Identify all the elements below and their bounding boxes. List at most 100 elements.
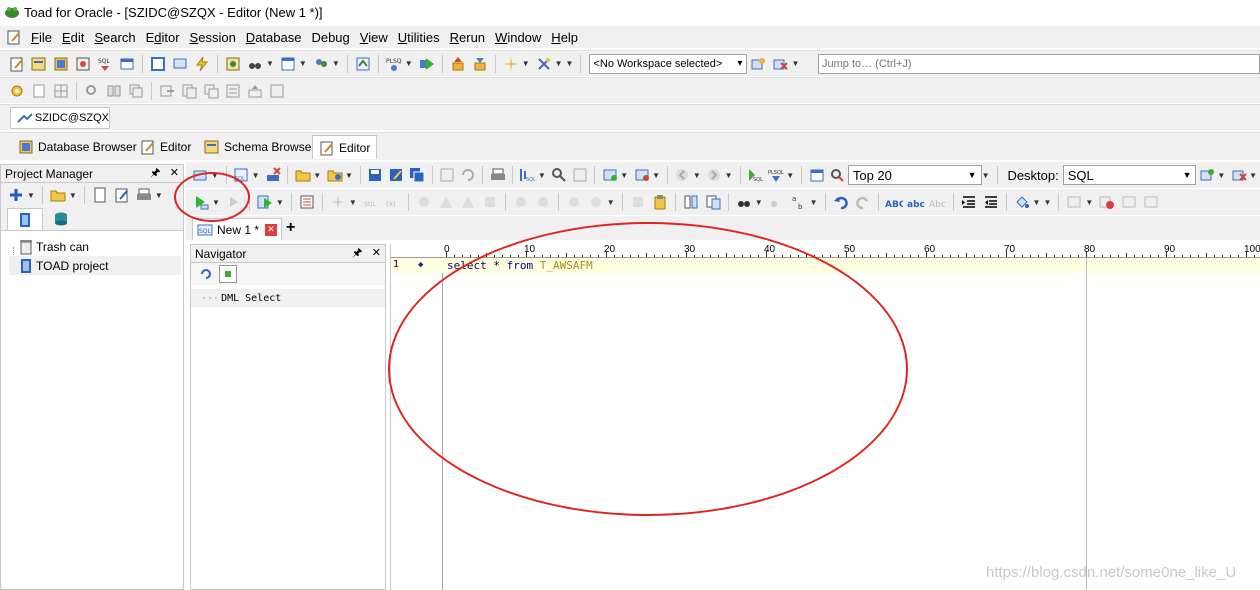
menu-utilities[interactable]: Utilities (393, 30, 445, 45)
query-builder-icon[interactable] (354, 55, 372, 73)
dropdown-arrow-icon[interactable]: ▼ (652, 171, 660, 180)
print-icon[interactable] (135, 186, 153, 204)
sparkle-icon[interactable] (502, 55, 520, 73)
dropdown-arrow-icon[interactable]: ▼ (405, 59, 413, 68)
dropdown-arrow-icon[interactable]: ▼ (725, 171, 733, 180)
breakpoint-icon[interactable] (1098, 193, 1116, 211)
dropdown-arrow-icon[interactable]: ▼ (345, 171, 353, 180)
stack-gray-icon[interactable] (202, 82, 220, 100)
dropdown-arrow-icon[interactable]: ▼ (522, 59, 530, 68)
tab-schema-browser[interactable]: Schema Browser (198, 135, 321, 159)
gear-icon[interactable] (8, 82, 26, 100)
gray-tool-11-icon[interactable] (1065, 193, 1083, 211)
replace-icon[interactable]: ab (790, 193, 808, 211)
dropdown-arrow-icon[interactable]: ▼ (349, 198, 357, 207)
menu-view[interactable]: View (355, 30, 393, 45)
dropdown-arrow-icon[interactable]: ▼ (693, 171, 701, 180)
gray-tool-2-icon[interactable] (415, 193, 433, 211)
users-icon[interactable] (312, 55, 330, 73)
menu-search[interactable]: Search (89, 30, 140, 45)
dropdown-arrow-icon[interactable]: ▼ (299, 59, 307, 68)
workspace-config-icon[interactable] (749, 55, 767, 73)
dropdown-arrow-icon[interactable]: ▼ (1217, 171, 1225, 180)
dropdown-arrow-icon[interactable]: ▼ (791, 59, 799, 68)
save-icon[interactable] (367, 166, 384, 184)
workspace-select[interactable]: <No Workspace selected> ▾ (589, 53, 748, 74)
gray-tool-3-icon[interactable] (437, 193, 455, 211)
capitalize-gray-icon[interactable]: Abc (929, 193, 947, 211)
cross-sparkle-icon[interactable] (535, 55, 553, 73)
tune-icon[interactable] (551, 166, 568, 184)
menu-window[interactable]: Window (490, 30, 546, 45)
navigator-item[interactable]: ··· DML Select (191, 289, 385, 307)
dropdown-arrow-icon[interactable]: ▼ (252, 171, 260, 180)
add-tab-icon[interactable]: + (286, 219, 295, 237)
lightning-icon[interactable] (193, 55, 211, 73)
paste-icon[interactable] (651, 193, 669, 211)
dropdown-arrow-icon[interactable]: ▼ (1249, 171, 1257, 180)
table-icon[interactable] (118, 55, 136, 73)
gray-tool-9-icon[interactable] (587, 193, 605, 211)
gray-tool-8-icon[interactable] (565, 193, 583, 211)
copy-gray-icon[interactable] (127, 82, 145, 100)
dropdown-arrow-icon[interactable]: ▼ (155, 191, 163, 200)
sql-icon[interactable]: SQL (96, 55, 114, 73)
sql-format-icon[interactable]: SQL (519, 166, 536, 184)
close-icon[interactable]: ✕ (372, 247, 381, 259)
tab-editor-active[interactable]: Editor (312, 135, 378, 159)
edit-file-icon[interactable] (113, 186, 131, 204)
sql-run-icon[interactable]: SQL (746, 166, 763, 184)
desktop-select[interactable]: SQL ▼ (1062, 165, 1197, 185)
docs-gray-icon[interactable] (180, 82, 198, 100)
plsql-run-icon[interactable]: PLSQL (767, 166, 784, 184)
open-file-icon[interactable] (294, 166, 311, 184)
gray-x-icon[interactable]: (x) (384, 193, 402, 211)
gray-tool-6-icon[interactable] (512, 193, 530, 211)
desktop-delete-icon[interactable] (1230, 166, 1247, 184)
tree-item-toad-project[interactable]: TOAD project (9, 256, 181, 275)
redo-gray-icon[interactable] (854, 193, 872, 211)
paint-bucket-icon[interactable] (1013, 193, 1031, 211)
explain-gray-icon[interactable] (572, 166, 589, 184)
open-folder-icon[interactable] (49, 186, 67, 204)
connection-tab[interactable]: SZIDC@SZQX (10, 107, 110, 129)
upload-gray-icon[interactable] (246, 82, 264, 100)
upload-icon[interactable] (449, 55, 467, 73)
cut-gray-icon[interactable] (438, 166, 455, 184)
sql-modeler-icon[interactable] (74, 55, 92, 73)
save-all-icon[interactable] (409, 166, 426, 184)
pin-icon[interactable]: 🖈 (352, 247, 362, 259)
new-file-icon[interactable] (91, 186, 109, 204)
menu-session[interactable]: Session (185, 30, 241, 45)
gray-tool-5-icon[interactable] (481, 193, 499, 211)
calendar-icon[interactable] (808, 166, 825, 184)
workspace-delete-icon[interactable] (771, 55, 789, 73)
outdent-icon[interactable] (982, 193, 1000, 211)
back-icon[interactable] (674, 166, 691, 184)
uppercase-icon[interactable]: ABC (885, 193, 903, 211)
db-browser-icon[interactable] (52, 55, 70, 73)
close-icon[interactable]: ✕ (170, 167, 179, 179)
undo-gray-icon[interactable] (459, 166, 476, 184)
gray-sql-icon[interactable]: SQL (362, 193, 380, 211)
gray-tool-10-icon[interactable] (629, 193, 647, 211)
plan-icon[interactable] (298, 193, 316, 211)
dropdown-arrow-icon[interactable]: ▼ (566, 59, 574, 68)
monitor-icon[interactable] (171, 55, 189, 73)
dropdown-arrow-icon[interactable]: ▼ (313, 171, 321, 180)
gray-tool-1-icon[interactable] (329, 193, 347, 211)
add-icon[interactable] (7, 186, 25, 204)
grid-gray-icon[interactable] (52, 82, 70, 100)
dropdown-arrow-icon[interactable]: ▼ (69, 191, 77, 200)
menu-editor[interactable]: Editor (141, 30, 185, 45)
dropdown-arrow-icon[interactable]: ▼ (538, 171, 546, 180)
desktop-save-icon[interactable] (1198, 166, 1215, 184)
explain-plan-icon[interactable] (224, 55, 242, 73)
menu-edit[interactable]: Edit (57, 30, 89, 45)
column-select-icon[interactable] (682, 193, 700, 211)
menu-file[interactable]: File (26, 30, 57, 45)
dropdown-arrow-icon[interactable]: ▼ (1043, 198, 1051, 207)
save-gray-icon[interactable] (268, 82, 286, 100)
dropdown-arrow-icon[interactable]: ▼ (1033, 198, 1041, 207)
menu-database[interactable]: Database (241, 30, 307, 45)
